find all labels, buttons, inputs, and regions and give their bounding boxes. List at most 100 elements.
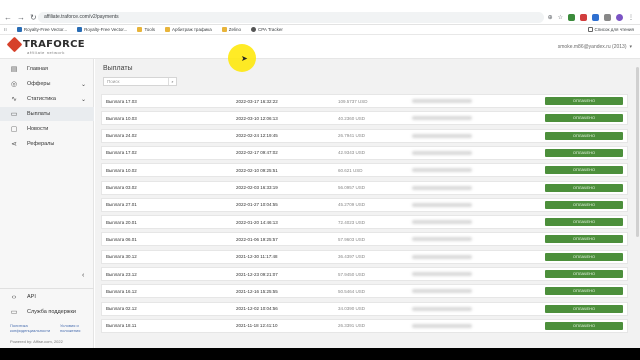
table-row[interactable]: Выплата 10.02 2022-02-10 09:25:51 60.621 U… xyxy=(101,163,628,178)
bookmark-item[interactable]: CPA Tracker xyxy=(251,27,283,32)
payout-name: Выплата 02.12 xyxy=(106,306,137,312)
table-row[interactable]: Выплата 17.03 2022-03-17 16:32:22 109.5737… xyxy=(101,94,628,108)
status-badge: ОПЛАЧЕНО xyxy=(545,252,623,261)
payout-name: Выплата 06.01 xyxy=(106,236,137,242)
payout-date: 2021-12-30 11:17:48 xyxy=(236,254,278,260)
folder-icon xyxy=(164,27,170,32)
target-icon: ◎ xyxy=(10,81,18,88)
payout-amount: 45.2709 USD xyxy=(338,202,366,208)
status-badge: ОПЛАЧЕНО xyxy=(545,200,623,209)
blurred-details xyxy=(412,237,472,242)
chevron-down-icon: ⌄ xyxy=(80,81,86,88)
star-icon[interactable]: ☆ xyxy=(558,14,563,21)
payout-date: 2021-12-23 09:21:07 xyxy=(236,271,278,277)
forward-icon[interactable]: → xyxy=(17,13,25,22)
table-row[interactable]: Выплата 27.01 2022-01-27 10:04:55 45.2709 … xyxy=(101,197,628,212)
payout-amount: 36.4397 USD xyxy=(338,254,366,260)
sidebar-item-label: Служба поддержки xyxy=(27,309,76,315)
user-menu[interactable]: smoke.m86@yandex.ru (2013) ▾ xyxy=(558,44,632,50)
bookmark-folder[interactable]: Tools xyxy=(137,27,155,32)
payout-name: Выплата 27.01 xyxy=(106,202,137,208)
sidebar-item-label: Офферы xyxy=(27,81,51,87)
table-row[interactable]: Выплата 06.01 2022-01-06 19:25:57 57.9603 … xyxy=(101,232,628,247)
back-icon[interactable]: ← xyxy=(4,13,12,22)
blurred-details xyxy=(412,116,472,121)
bookmark-folder[interactable]: Zelino xyxy=(221,27,241,32)
table-row[interactable]: Выплата 23.12 2021-12-23 09:21:07 57.9450 … xyxy=(101,267,628,281)
main-content: Выплаты Поиск ⌕ Выплата 17.03 2022-03-17 … xyxy=(95,59,640,348)
table-row[interactable]: Выплата 30.12 2021-12-30 11:17:48 36.4397 … xyxy=(101,249,628,264)
search-input[interactable]: Поиск xyxy=(103,77,177,86)
payout-amount: 26.7941 USD xyxy=(338,133,366,139)
table-row[interactable]: Выплата 03.02 2022-02-03 16:33:19 56.0957 … xyxy=(101,180,628,195)
bookmark-item[interactable]: Royalty-Free Vector... xyxy=(77,27,127,32)
extension-icon[interactable] xyxy=(604,13,611,21)
bookmark-folder[interactable]: Арбитраж трафика xyxy=(164,27,212,32)
collapse-sidebar-icon[interactable]: ‹ xyxy=(82,272,84,279)
sidebar-item-offers[interactable]: ◎ Офферы ⌄ xyxy=(0,77,94,91)
table-row[interactable]: Выплата 17.02 2022-02-17 09:47:02 42.9343 … xyxy=(101,145,628,160)
bookmark-apps-icon[interactable]: ⁝⁝ xyxy=(4,27,7,33)
payout-amount: 109.5737 USD xyxy=(338,98,368,104)
status-badge: ОПЛАЧЕНО xyxy=(545,304,623,313)
payout-amount: 42.9343 USD xyxy=(338,150,366,156)
status-badge: ОПЛАЧЕНО xyxy=(545,235,623,244)
logo[interactable]: TRAFORCE xyxy=(6,36,85,53)
privacy-policy-link[interactable]: Политика конфиденциальности xyxy=(10,323,54,333)
payout-date: 2022-02-03 16:33:19 xyxy=(236,185,278,190)
nav-buttons: ← → ↻ xyxy=(0,13,37,22)
payout-amount: 72.4023 USD xyxy=(338,219,366,225)
payout-name: Выплата 03.02 xyxy=(106,185,137,190)
table-row[interactable]: Выплата 18.11 2021-11-18 12:41:10 26.3391 … xyxy=(101,318,628,333)
payout-date: 2022-03-17 16:32:22 xyxy=(236,98,278,104)
table-row[interactable]: Выплата 02.12 2021-12-02 10:04:56 34.0390 … xyxy=(101,301,628,316)
menu-icon[interactable]: ⋮ xyxy=(628,14,634,21)
address-bar[interactable]: affiliate.traforce.com/v2/payments xyxy=(38,11,544,23)
powered-by: Powered by: Affise.com, 2022 xyxy=(10,339,63,344)
terms-link[interactable]: Условия и положения xyxy=(60,323,90,333)
status-badge: ОПЛАЧЕНО xyxy=(545,148,623,157)
payout-amount: 60.621 USD xyxy=(338,167,363,173)
blurred-details xyxy=(412,99,472,103)
sidebar-item-label: Главная xyxy=(27,66,48,72)
payout-date: 2022-01-27 10:04:55 xyxy=(236,202,278,208)
status-badge: ОПЛАЧЕНО xyxy=(545,183,623,192)
sidebar-item-label: Статистика xyxy=(27,96,56,102)
sidebar-item-news[interactable]: ▢ Новости xyxy=(0,122,94,136)
search-icon[interactable]: ⌕ xyxy=(168,78,176,85)
profile-avatar-icon[interactable] xyxy=(616,13,623,21)
payout-date: 2022-02-10 09:25:51 xyxy=(236,167,278,173)
payout-name: Выплата 16.12 xyxy=(106,288,137,294)
reload-icon[interactable]: ↻ xyxy=(30,13,37,22)
status-badge: ОПЛАЧЕНО xyxy=(545,131,623,140)
scrollbar[interactable] xyxy=(636,67,639,237)
sidebar-item-referrals[interactable]: ⋖ Рефералы xyxy=(0,137,94,151)
table-row[interactable]: Выплата 20.01 2022-01-20 14:46:13 72.4023 … xyxy=(101,215,628,230)
sidebar-item-support[interactable]: ▭ Служба поддержки xyxy=(0,305,94,319)
payout-amount: 34.0390 USD xyxy=(338,306,366,312)
share-icon: ⋖ xyxy=(11,141,17,148)
table-row[interactable]: Выплата 16.12 2021-12-16 15:25:55 50.5464 … xyxy=(101,284,628,299)
blurred-details xyxy=(412,150,472,155)
bookmark-item[interactable]: Royalty-Free Vector... xyxy=(16,27,67,32)
reading-list[interactable]: Список для чтения xyxy=(587,27,634,32)
zoom-icon[interactable]: ⊕ xyxy=(548,14,553,21)
sidebar-item-api[interactable]: ‹› API xyxy=(0,290,94,304)
extension-icon[interactable] xyxy=(580,13,587,21)
blurred-details xyxy=(412,272,472,276)
logo-mark-icon xyxy=(6,36,23,53)
extensions: ⊕ ☆ ⋮ xyxy=(548,13,640,21)
table-row[interactable]: Выплата 10.03 2022-03-10 12:06:13 40.2360 … xyxy=(101,111,628,126)
extension-icon[interactable] xyxy=(568,13,575,21)
blurred-details xyxy=(412,220,472,225)
sidebar-item-payouts[interactable]: ▭ Выплаты xyxy=(0,107,94,121)
blurred-details xyxy=(412,133,472,138)
sidebar-item-statistics[interactable]: ∿ Статистика ⌄ xyxy=(0,92,94,106)
bookmark-favicon-icon xyxy=(251,27,256,32)
table-row[interactable]: Выплата 24.02 2022-02-24 12:19:45 26.7941 … xyxy=(101,128,628,143)
extension-icon[interactable] xyxy=(592,13,599,21)
status-badge: ОПЛАЧЕНО xyxy=(545,218,623,227)
payout-amount: 57.9450 USD xyxy=(338,271,366,277)
payout-date: 2022-03-10 12:06:13 xyxy=(236,115,278,121)
sidebar-item-home[interactable]: ▤ Главная xyxy=(0,62,94,76)
